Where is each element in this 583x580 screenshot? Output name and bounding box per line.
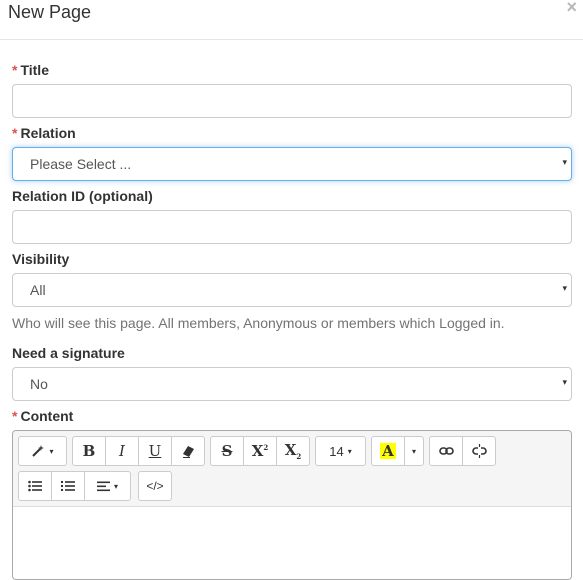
unlink-icon [471,444,487,458]
chevron-down-icon: ▾ [562,377,567,387]
editor-body[interactable] [13,508,571,579]
view-group: </> [138,471,172,501]
required-marker: * [12,408,18,424]
eraser-icon [182,445,195,458]
color-group: A ▾ [371,436,424,466]
title-label-text: Title [20,62,49,78]
visibility-help-text: Who will see this page. All members, Ano… [12,315,505,331]
ordered-list-button[interactable] [51,471,85,501]
visibility-label: Visibility [12,251,70,267]
font-size-value: 14 [329,443,344,459]
bold-icon: B [82,442,96,460]
content-editor: ▾ B I U S X2 X2 14 ▾ A ▾ ▾ </> [12,430,572,580]
chevron-down-icon: ▾ [411,446,416,456]
font-size-group: 14 ▾ [315,436,366,466]
unordered-list-icon [28,480,42,492]
font-group: S X2 X2 [210,436,310,466]
signature-select-value: No [30,376,48,392]
bold-button[interactable]: B [72,436,106,466]
clear-format-button[interactable] [171,436,205,466]
editor-toolbar: ▾ B I U S X2 X2 14 ▾ A ▾ ▾ </> [13,431,571,507]
italic-icon: I [119,442,125,460]
superscript-button[interactable]: X2 [243,436,277,466]
close-icon[interactable]: × [566,0,577,16]
relation-id-label: Relation ID (optional) [12,188,153,204]
underline-icon: U [148,442,162,460]
relation-id-input[interactable] [12,210,572,244]
color-icon: A [380,442,396,460]
required-marker: * [12,62,18,78]
code-view-icon: </> [146,479,164,493]
chevron-down-icon: ▾ [113,481,118,491]
subscript-icon: X2 [284,441,302,461]
signature-select[interactable]: No ▾ [12,367,572,401]
title-label: * Title [12,62,49,78]
color-button[interactable]: A [371,436,405,466]
chevron-down-icon: ▾ [562,283,567,293]
relation-label: * Relation [12,125,76,141]
underline-button[interactable]: U [138,436,172,466]
strikethrough-icon: S [221,442,233,460]
magic-icon [31,444,45,458]
style-button[interactable]: ▾ [18,436,67,466]
relation-select-value: Please Select ... [30,156,132,172]
superscript-icon: X2 [251,442,269,460]
subscript-button[interactable]: X2 [276,436,310,466]
italic-button[interactable]: I [105,436,139,466]
align-icon [96,481,110,492]
modal-header: New Page × [0,0,583,40]
link-icon [438,446,454,456]
chevron-down-icon: ▾ [562,157,567,167]
content-label-text: Content [20,408,74,424]
link-button[interactable] [429,436,463,466]
code-view-button[interactable]: </> [138,471,172,501]
chevron-down-icon: ▾ [347,446,352,456]
font-style-group: B I U [72,436,205,466]
color-dropdown-button[interactable]: ▾ [404,436,424,466]
modal-title: New Page [8,2,92,22]
style-group: ▾ [18,436,67,466]
relation-select[interactable]: Please Select ... ▾ [12,147,572,181]
content-label: * Content [12,408,73,424]
visibility-select[interactable]: All ▾ [12,273,572,307]
visibility-select-value: All [30,282,46,298]
title-input[interactable] [12,84,572,118]
paragraph-group: ▾ [18,471,131,501]
font-size-button[interactable]: 14 ▾ [315,436,366,466]
chevron-down-icon: ▾ [49,446,54,456]
ordered-list-icon [61,480,75,492]
unordered-list-button[interactable] [18,471,52,501]
strikethrough-button[interactable]: S [210,436,244,466]
unlink-button[interactable] [462,436,496,466]
required-marker: * [12,125,18,141]
link-group [429,436,496,466]
signature-label: Need a signature [12,345,125,361]
relation-label-text: Relation [20,125,76,141]
align-button[interactable]: ▾ [84,471,131,501]
